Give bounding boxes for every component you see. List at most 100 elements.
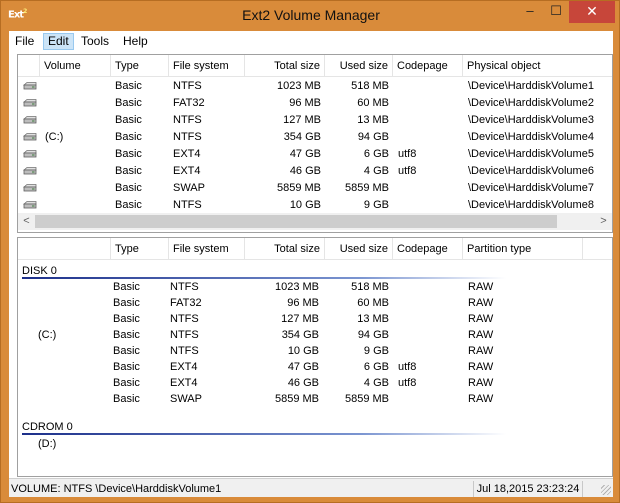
partition-type-label: Basic [113, 361, 140, 373]
header-total-size[interactable]: Total size [245, 238, 325, 260]
partition-total-size: 1023 MB [274, 281, 319, 293]
partition-codepage [398, 391, 458, 407]
volume-codepage: utf8 [398, 165, 417, 177]
disk-list[interactable]: Type File system Total size Used size Co… [17, 237, 613, 477]
close-button[interactable]: ✕ [569, 1, 615, 23]
volume-total-size: 10 GB [289, 199, 321, 211]
volume-total-size: 127 MB [283, 114, 321, 126]
partition-volume [38, 375, 98, 391]
volume-filesystem: NTFS [173, 131, 202, 143]
disk-list-header: Type File system Total size Used size Co… [18, 238, 612, 260]
volume-filesystem: FAT32 [173, 97, 205, 109]
partition-type-label: Basic [113, 329, 140, 341]
header-filesystem[interactable]: File system [169, 55, 245, 77]
volume-name [45, 180, 105, 197]
minimize-button[interactable]: – [517, 1, 543, 23]
volume-used-size: 4 GB [363, 165, 389, 177]
partition-used-size: 5859 MB [344, 393, 389, 405]
volume-row[interactable]: Basic SWAP 5859 MB 5859 MB \Device\HarddiskV… [18, 180, 612, 197]
hard-disk-icon [23, 99, 37, 107]
menu-help[interactable]: Help [119, 33, 152, 50]
cdrom-0-divider [22, 433, 506, 435]
menu-file[interactable]: File [11, 33, 38, 50]
partition-total-size: 354 GB [281, 329, 319, 341]
menu-tools[interactable]: Tools [77, 33, 113, 50]
partition-total-size: 46 GB [287, 377, 319, 389]
partition-row[interactable]: Basic NTFS 127 MB 13 MB RAW [18, 311, 612, 327]
partition-row[interactable]: (C:) Basic NTFS 354 GB 94 GB RAW [18, 327, 612, 343]
scroll-left-icon[interactable]: < [18, 213, 35, 230]
header-device[interactable] [18, 238, 111, 260]
status-bar: VOLUME: NTFS \Device\HarddiskVolume1 Jul… [9, 478, 613, 497]
partition-row[interactable]: Basic NTFS 1023 MB 518 MB RAW [18, 279, 612, 295]
volume-row[interactable]: Basic EXT4 47 GB 6 GB utf8 \Device\HarddiskVo… [18, 146, 612, 163]
volume-type: Basic [115, 148, 142, 160]
partition-used-size: 9 GB [363, 345, 389, 357]
partition-total-size: 47 GB [287, 361, 319, 373]
hard-disk-icon [23, 167, 37, 175]
header-filesystem[interactable]: File system [169, 238, 245, 260]
volume-codepage [398, 197, 458, 214]
partition-volume [38, 359, 98, 375]
volume-used-size: 5859 MB [344, 182, 389, 194]
volume-list[interactable]: Volume Type File system Total size Used … [17, 54, 613, 233]
volume-row[interactable]: Basic NTFS 127 MB 13 MB \Device\HarddiskVolu… [18, 112, 612, 129]
header-used-size[interactable]: Used size [325, 55, 393, 77]
partition-row[interactable]: Basic SWAP 5859 MB 5859 MB RAW [18, 391, 612, 407]
volume-type: Basic [115, 199, 142, 211]
volume-row[interactable]: Basic NTFS 1023 MB 518 MB \Device\HarddiskVo… [18, 78, 612, 95]
volume-type: Basic [115, 114, 142, 126]
partition-type-label: Basic [113, 377, 140, 389]
volume-codepage [398, 112, 458, 129]
status-datetime: Jul 18,2015 23:23:24 [473, 481, 583, 497]
volume-row[interactable]: Basic FAT32 96 MB 60 MB \Device\HarddiskVolu… [18, 95, 612, 112]
header-codepage[interactable]: Codepage [393, 55, 463, 77]
partition-row[interactable]: Basic EXT4 46 GB 4 GB utf8 RAW [18, 375, 612, 391]
header-type[interactable]: Type [111, 55, 169, 77]
partition-codepage [398, 311, 458, 327]
volume-physical-object: \Device\HarddiskVolume3 [468, 114, 594, 126]
volume-filesystem: SWAP [173, 182, 205, 194]
volume-used-size: 94 GB [357, 131, 389, 143]
partition-filesystem: NTFS [170, 281, 199, 293]
scroll-right-icon[interactable]: > [595, 213, 612, 230]
resize-grip-icon[interactable] [601, 485, 611, 495]
partition-volume: (C:) [38, 329, 57, 341]
header-physical-object[interactable]: Physical object [463, 55, 612, 77]
header-volume[interactable]: Volume [40, 55, 111, 77]
horizontal-scrollbar[interactable]: < > [18, 213, 612, 230]
partition-type-label: Basic [113, 313, 140, 325]
maximize-button[interactable]: ☐ [543, 1, 569, 23]
partition-codepage [398, 327, 458, 343]
partition-type: RAW [468, 313, 494, 325]
partition-used-size: 94 GB [357, 329, 389, 341]
partition-filesystem: EXT4 [170, 377, 198, 389]
cdrom-row[interactable]: (D:) [18, 436, 612, 453]
volume-codepage [398, 78, 458, 95]
hard-disk-icon [23, 201, 37, 209]
partition-row[interactable]: Basic EXT4 47 GB 6 GB utf8 RAW [18, 359, 612, 375]
volume-row[interactable]: Basic NTFS 10 GB 9 GB \Device\HarddiskVolume… [18, 197, 612, 214]
partition-total-size: 96 MB [287, 297, 319, 309]
header-type[interactable]: Type [111, 238, 169, 260]
volume-type: Basic [115, 97, 142, 109]
volume-used-size: 9 GB [363, 199, 389, 211]
volume-total-size: 96 MB [289, 97, 321, 109]
header-used-size[interactable]: Used size [325, 238, 393, 260]
header-partition-type[interactable]: Partition type [463, 238, 583, 260]
partition-row[interactable]: Basic NTFS 10 GB 9 GB RAW [18, 343, 612, 359]
header-total-size[interactable]: Total size [245, 55, 325, 77]
header-codepage[interactable]: Codepage [393, 238, 463, 260]
partition-type: RAW [468, 297, 494, 309]
volume-physical-object: \Device\HarddiskVolume1 [468, 80, 594, 92]
header-icon-column[interactable] [18, 55, 40, 77]
volume-physical-object: \Device\HarddiskVolume2 [468, 97, 594, 109]
volume-row[interactable]: (C:) Basic NTFS 354 GB 94 GB \Device\Harddisk… [18, 129, 612, 146]
menu-edit[interactable]: Edit [43, 33, 74, 50]
volume-row[interactable]: Basic EXT4 46 GB 4 GB utf8 \Device\HarddiskVo… [18, 163, 612, 180]
partition-type: RAW [468, 345, 494, 357]
hard-disk-icon [23, 82, 37, 90]
partition-row[interactable]: Basic FAT32 96 MB 60 MB RAW [18, 295, 612, 311]
title-bar[interactable]: Ext2 Ext2 Volume Manager – ☐ ✕ [1, 1, 620, 31]
scrollbar-thumb[interactable] [35, 215, 557, 228]
